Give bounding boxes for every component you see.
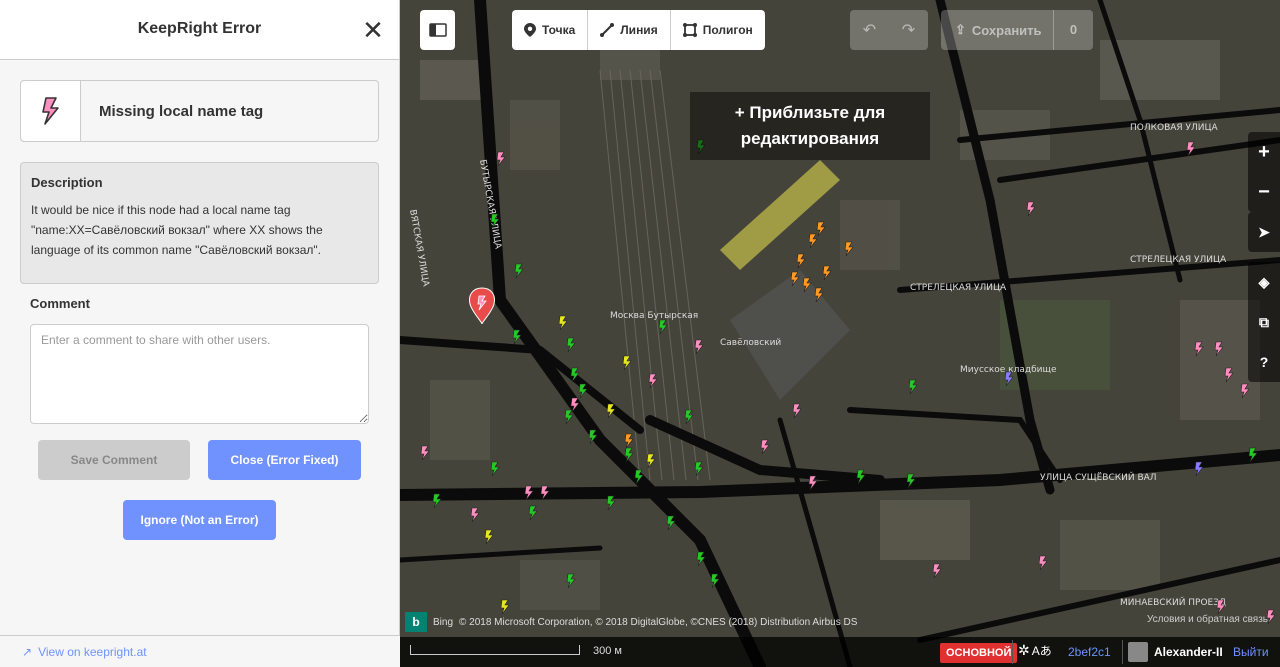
- add-line-label: Линия: [620, 23, 658, 37]
- background-button[interactable]: ◈: [1248, 262, 1280, 302]
- close-error-button[interactable]: Close (Error Fixed): [208, 440, 361, 480]
- location-arrow-icon: ➤: [1258, 223, 1270, 240]
- geolocate-button[interactable]: ➤: [1248, 212, 1280, 252]
- zoom-to-edit-notice[interactable]: + Приблизьте для редактирования: [690, 92, 930, 160]
- undo-icon[interactable]: ↶: [850, 10, 889, 50]
- point-icon: [524, 23, 536, 37]
- ignore-error-button[interactable]: Ignore (Not an Error): [123, 500, 276, 540]
- accessibility-icon: Aあ: [1031, 644, 1052, 658]
- sidebar-toggle-button[interactable]: [420, 10, 455, 50]
- add-area-button[interactable]: Полигон: [671, 10, 765, 50]
- save-comment-button[interactable]: Save Comment: [38, 440, 190, 480]
- scale-label: 300 м: [593, 645, 622, 657]
- keepright-link[interactable]: ↗ View on keepright.at: [0, 635, 400, 667]
- upload-icon: ⇪: [955, 22, 966, 37]
- map-data-icon: ⧉: [1259, 313, 1269, 330]
- place-label: Москва Бутырская: [610, 311, 698, 321]
- environment-badge: ОСНОВНОЙ: [940, 643, 1018, 663]
- help-button[interactable]: ?: [1248, 342, 1280, 382]
- description-box: Description It would be nice if this nod…: [20, 162, 379, 284]
- line-icon: [600, 23, 615, 37]
- add-mode-group: Точка Линия Полигон: [512, 10, 765, 50]
- add-point-label: Точка: [542, 23, 576, 37]
- undo-redo-group: ↶ ↷: [850, 10, 928, 50]
- plus-icon: +: [734, 103, 750, 122]
- issue-label: Missing local name tag: [99, 103, 264, 120]
- attribution-text: © 2018 Microsoft Corporation, © 2018 Dig…: [459, 616, 858, 628]
- bolt-icon: [41, 97, 59, 125]
- save-count: 0: [1053, 10, 1093, 50]
- map-footer: 300 м ОСНОВНОЙ ✲ Aあ 2bef2c1 Alexander-II…: [400, 637, 1280, 667]
- zoom-out-button[interactable]: −: [1248, 172, 1280, 212]
- comment-input[interactable]: [30, 324, 369, 424]
- imagery-attribution: b Bing © 2018 Microsoft Corporation, © 2…: [405, 612, 857, 632]
- zoom-notice-text: Приблизьте для редактирования: [740, 103, 886, 148]
- user-link[interactable]: Alexander-II: [1128, 642, 1223, 662]
- user-name: Alexander-II: [1154, 645, 1223, 659]
- issue-summary: Missing local name tag: [20, 80, 379, 142]
- street-label: ПОЛКОВАЯ УЛИЦА: [1130, 123, 1219, 133]
- street-label: УЛИЦА СУЩЁВСКИЙ ВАЛ: [1040, 471, 1157, 483]
- comment-heading: Comment: [30, 296, 90, 311]
- map-data-button[interactable]: ⧉: [1248, 302, 1280, 342]
- issue-icon-cell: [21, 81, 81, 141]
- sidebar-toggle-icon: [428, 23, 447, 37]
- save-label: Сохранить: [971, 22, 1042, 38]
- add-line-button[interactable]: Линия: [588, 10, 671, 50]
- area-icon: [682, 23, 697, 37]
- avatar: [1128, 642, 1148, 662]
- add-area-label: Полигон: [702, 23, 753, 37]
- scale-bar[interactable]: [410, 645, 580, 655]
- footer-divider: [1012, 640, 1013, 664]
- layers-icon: ◈: [1258, 273, 1270, 290]
- close-icon[interactable]: ✕: [359, 16, 387, 44]
- keepright-sidebar: KeepRight Error ✕ Missing local name tag…: [0, 0, 400, 667]
- save-label-wrap: ⇪ Сохранить: [941, 22, 1053, 38]
- external-link-icon: ↗: [22, 644, 33, 659]
- street-label: СТРЕЛЕЦКАЯ УЛИЦА: [1130, 255, 1227, 265]
- street-label: СТРЕЛЕЦКАЯ УЛИЦА: [910, 283, 1007, 293]
- description-text: It would be nice if this node had a loca…: [31, 203, 323, 257]
- redo-icon[interactable]: ↷: [889, 10, 928, 50]
- bug-report-icon[interactable]: ✲ Aあ: [1018, 642, 1052, 659]
- terms-feedback-link[interactable]: Условия и обратная связь: [1147, 614, 1268, 625]
- logout-link[interactable]: Выйти: [1233, 645, 1269, 659]
- help-icon: ?: [1259, 354, 1269, 370]
- plus-icon: +: [1258, 140, 1270, 163]
- sidebar-title: KeepRight Error: [137, 20, 262, 37]
- map-toolbar: Точка Линия Полигон ↶ ↷ ⇪ Сохранить 0: [400, 0, 1280, 60]
- sidebar-header: KeepRight Error ✕: [0, 0, 399, 60]
- keepright-link-label: View on keepright.at: [38, 644, 147, 659]
- add-point-button[interactable]: Точка: [512, 10, 589, 50]
- description-heading: Description: [31, 175, 103, 190]
- zoom-in-button[interactable]: +: [1248, 132, 1280, 172]
- save-button[interactable]: ⇪ Сохранить 0: [941, 10, 1093, 50]
- bing-label[interactable]: Bing: [433, 617, 453, 628]
- version-link[interactable]: 2bef2c1: [1068, 645, 1111, 659]
- minus-icon: −: [1258, 180, 1270, 203]
- street-label: МИНАЕВСКИЙ ПРОЕЗД: [1120, 596, 1226, 608]
- bing-logo-icon: b: [405, 612, 427, 632]
- footer-divider: [1122, 640, 1123, 664]
- place-label: Савёловский: [720, 338, 781, 348]
